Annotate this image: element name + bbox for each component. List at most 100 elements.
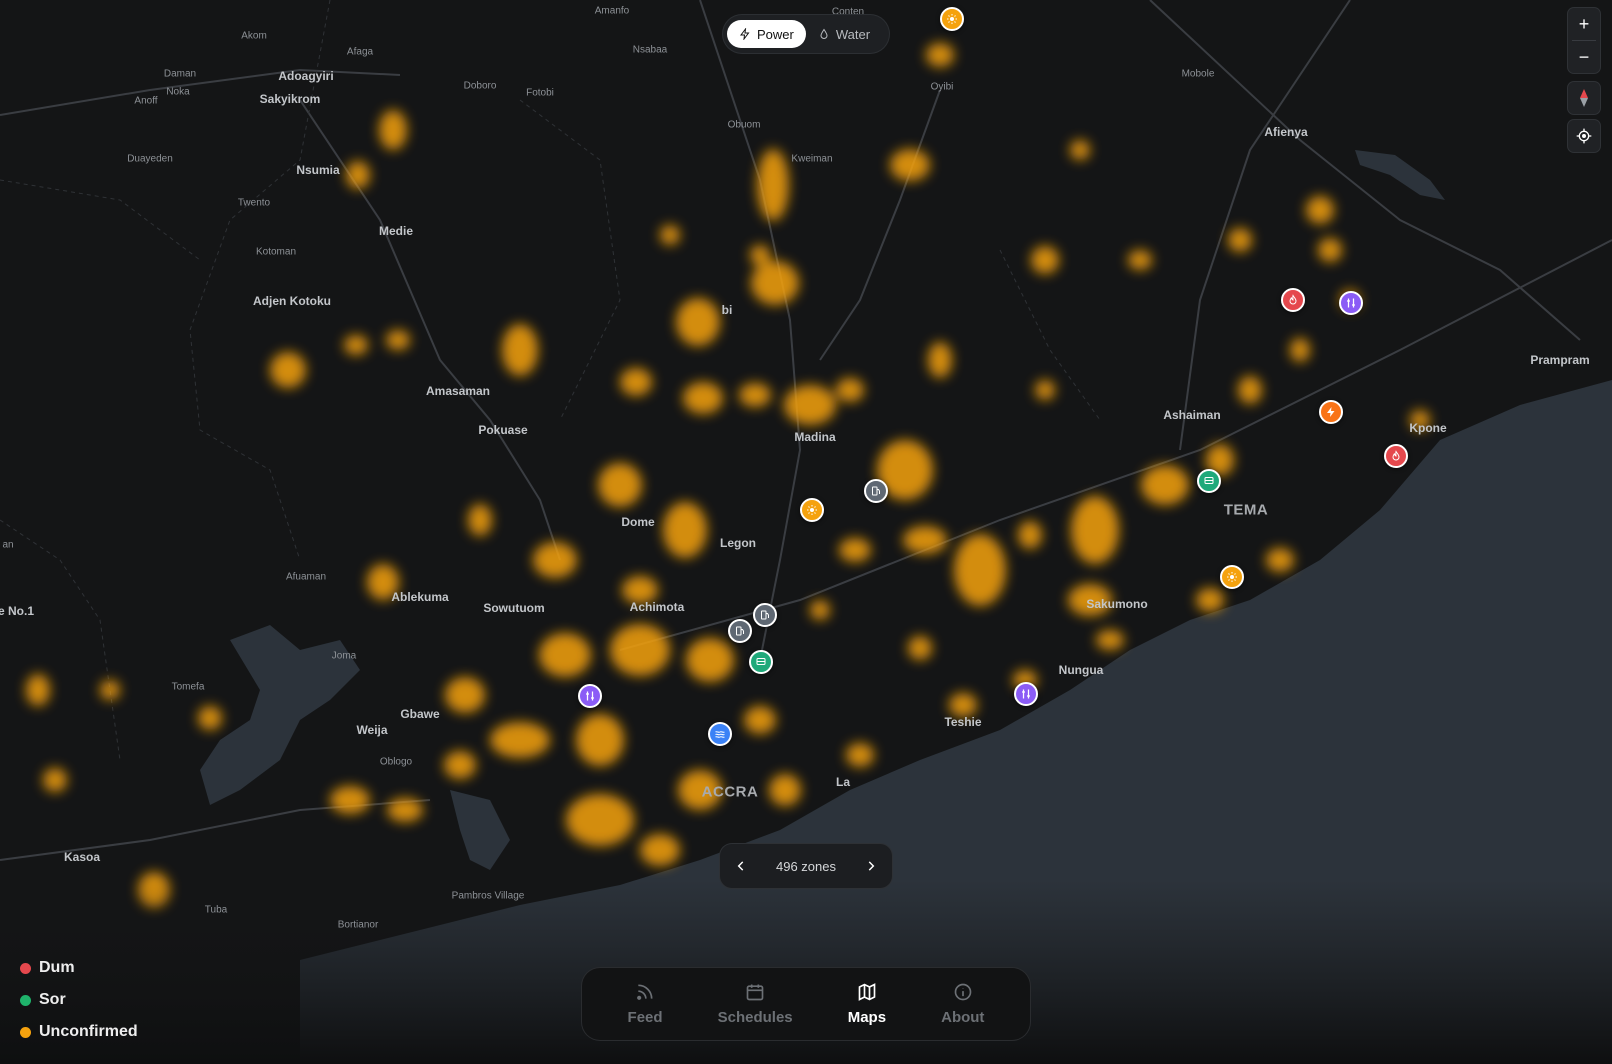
place-label: Kweiman	[791, 153, 833, 165]
incident-marker[interactable]	[753, 603, 777, 627]
place-label: Legon	[720, 536, 756, 550]
droplet-icon	[820, 28, 828, 39]
heat-blob	[539, 633, 591, 677]
prev-zone-button[interactable]	[734, 859, 748, 873]
sun-icon	[1227, 572, 1237, 582]
place-label: Dome	[621, 515, 655, 529]
place-label: Afaga	[346, 46, 374, 58]
power-label: Power	[757, 26, 794, 42]
lightning-icon	[1327, 407, 1335, 417]
incident-marker[interactable]	[728, 619, 752, 643]
place-label: Gbawe	[400, 707, 440, 721]
place-label: Bortianor	[337, 919, 379, 931]
heat-blob	[1238, 376, 1262, 404]
tab-maps[interactable]: Maps	[848, 982, 886, 1026]
legend-label: Dum	[39, 959, 75, 976]
locate-control	[1568, 120, 1600, 152]
incident-marker[interactable]	[1014, 682, 1038, 706]
heat-blob	[750, 245, 770, 265]
place-label: Achimota	[629, 600, 685, 614]
locate-button[interactable]	[1568, 120, 1600, 152]
incident-marker[interactable]	[578, 684, 602, 708]
incident-marker[interactable]	[1197, 469, 1221, 493]
place-label: Joma	[331, 650, 357, 662]
place-label: Daman	[163, 68, 197, 80]
heat-blob	[660, 225, 680, 245]
compass-icon	[1580, 89, 1588, 107]
sun-icon	[947, 14, 957, 24]
place-label: Kasoa	[63, 850, 101, 864]
legend-item: Dum	[20, 952, 138, 984]
next-zone-button[interactable]	[864, 859, 878, 873]
place-label: Obuom	[727, 119, 761, 131]
incident-marker[interactable]	[800, 498, 824, 522]
legend: Dum Sor Unconfirmed	[20, 952, 138, 1048]
heat-blob	[43, 768, 67, 792]
heat-blob	[26, 674, 50, 706]
heat-blob	[1071, 496, 1119, 564]
heat-blob	[926, 43, 954, 67]
place-label: Nsabaa	[632, 44, 668, 56]
heat-blob	[270, 352, 306, 388]
heat-blob	[890, 149, 930, 181]
place-label: Afienya	[1264, 125, 1308, 139]
place-label: Sowutuom	[483, 601, 545, 615]
heat-blob	[1306, 196, 1334, 224]
place-label: TEMA	[1223, 501, 1269, 519]
heat-blob	[387, 798, 423, 822]
place-label: Mobole	[1181, 68, 1215, 80]
heat-blob	[839, 538, 871, 562]
incident-marker[interactable]	[749, 650, 773, 674]
incident-marker[interactable]	[940, 7, 964, 31]
zoom-in-button[interactable]: +	[1568, 8, 1600, 40]
mode-toggle: Power Water	[723, 15, 889, 53]
place-label: Nsumia	[296, 163, 340, 177]
incident-marker[interactable]	[1281, 288, 1305, 312]
place-label: Fotobi	[526, 87, 554, 99]
tab-label: Feed	[627, 1009, 663, 1026]
heat-blob	[100, 680, 120, 700]
heat-blob	[445, 677, 485, 713]
bus-icon	[1204, 477, 1214, 484]
heat-blob	[444, 751, 476, 779]
incident-marker[interactable]	[1339, 291, 1363, 315]
heat-blob	[1035, 380, 1055, 400]
compass-control	[1568, 82, 1600, 114]
incident-marker[interactable]	[1220, 565, 1244, 589]
tab-schedules[interactable]: Schedules	[718, 982, 793, 1026]
heat-blob	[784, 385, 836, 425]
place-label: Adjen Kotoku	[253, 294, 331, 308]
incident-marker[interactable]	[708, 722, 732, 746]
tools-icon	[1347, 298, 1355, 308]
tab-feed[interactable]: Feed	[628, 982, 663, 1026]
heat-blob	[1070, 140, 1090, 160]
crosshair-icon	[1576, 128, 1592, 144]
heat-blob	[1266, 548, 1294, 572]
chevron-right-icon	[868, 861, 875, 871]
place-label: an	[2, 539, 14, 551]
zoom-controls: + −	[1568, 8, 1600, 73]
incident-marker[interactable]	[864, 479, 888, 503]
place-label: Tomefa	[171, 681, 205, 693]
heat-blob	[846, 743, 874, 767]
heat-blob	[344, 335, 368, 355]
incident-marker[interactable]	[1319, 400, 1343, 424]
heat-blob	[198, 706, 222, 730]
tab-about[interactable]: About	[941, 982, 984, 1026]
heat-blob	[620, 368, 652, 396]
power-toggle[interactable]: Power	[727, 20, 806, 48]
place-label: ACCRA	[701, 783, 759, 801]
legend-item: Unconfirmed	[20, 1016, 138, 1048]
heat-blob	[598, 463, 642, 507]
calendar-icon	[746, 984, 764, 1001]
place-label: Kotoman	[255, 246, 297, 258]
flame-icon	[1392, 450, 1400, 461]
incident-marker[interactable]	[1384, 444, 1408, 468]
place-label: Duayeden	[127, 153, 173, 165]
zoom-out-button[interactable]: −	[1568, 41, 1600, 73]
compass-button[interactable]	[1568, 82, 1600, 114]
water-toggle[interactable]: Water	[806, 20, 882, 48]
place-label: Oblogo	[379, 756, 413, 768]
legend-dot	[20, 962, 31, 974]
heat-blob	[1290, 338, 1310, 362]
